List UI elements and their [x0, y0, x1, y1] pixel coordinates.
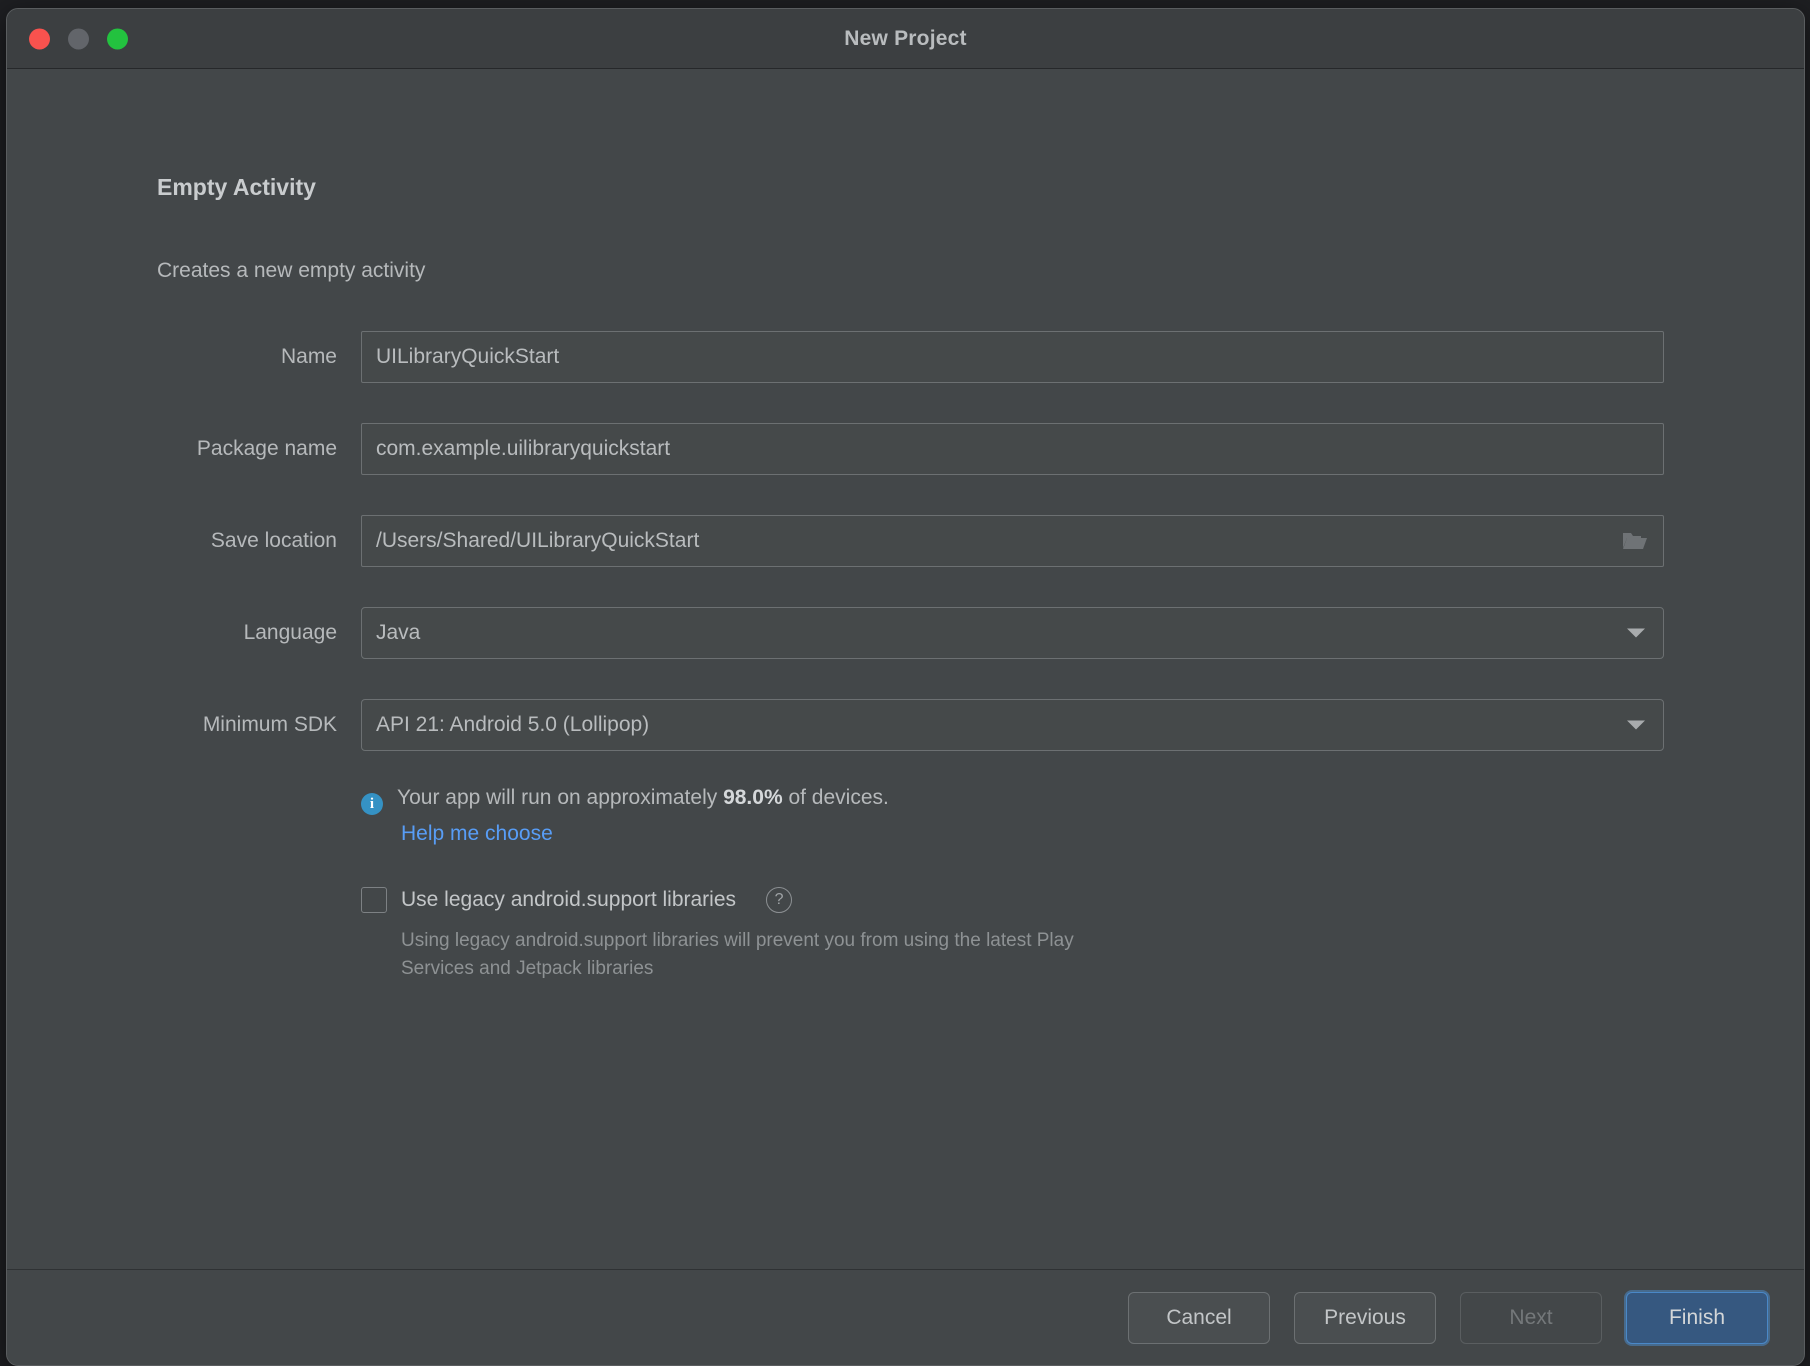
device-coverage-text: Your app will run on approximately 98.0%… — [397, 787, 889, 808]
name-field-wrap — [361, 331, 1664, 383]
minimum-sdk-field-wrap: API 21: Android 5.0 (Lollipop) — [361, 699, 1664, 751]
legacy-libraries-row: Use legacy android.support libraries ? — [361, 887, 1101, 913]
question-mark-icon[interactable]: ? — [766, 887, 793, 913]
window-titlebar: New Project — [7, 9, 1804, 69]
save-location-input[interactable] — [361, 515, 1664, 567]
save-location-label: Save location — [210, 529, 337, 552]
package-name-label: Package name — [196, 437, 337, 460]
legacy-libraries-description: Using legacy android.support libraries w… — [401, 930, 1074, 979]
name-input[interactable] — [361, 331, 1664, 383]
language-field-wrap: Java — [361, 607, 1664, 659]
close-button[interactable] — [29, 28, 50, 49]
legacy-libraries-block: Use legacy android.support libraries ? U… — [361, 887, 1101, 982]
language-select[interactable]: Java — [361, 607, 1664, 659]
info-icon: i — [361, 793, 383, 815]
dialog-footer: Cancel Previous Next Finish — [7, 1269, 1804, 1365]
form-row-minimum-sdk: Minimum SDK API 21: Android 5.0 (Lollipo… — [7, 699, 1804, 791]
zoom-button[interactable] — [107, 28, 128, 49]
language-selected-value: Java — [376, 621, 421, 644]
finish-button[interactable]: Finish — [1626, 1291, 1768, 1344]
chevron-down-icon — [1627, 720, 1645, 730]
window-title: New Project — [844, 26, 967, 50]
form-row-language: Language Java — [7, 607, 1804, 699]
traffic-light-group — [29, 28, 128, 49]
use-legacy-support-libraries-checkbox[interactable] — [361, 887, 387, 913]
help-me-choose-link[interactable]: Help me choose — [401, 822, 553, 846]
previous-button[interactable]: Previous — [1294, 1291, 1436, 1344]
new-project-dialog: New Project Empty Activity Creates a new… — [6, 8, 1805, 1366]
chevron-down-icon — [1627, 628, 1645, 638]
language-label: Language — [243, 621, 337, 644]
page-subtitle: Creates a new empty activity — [157, 259, 426, 282]
cancel-button[interactable]: Cancel — [1128, 1291, 1270, 1344]
minimum-sdk-select[interactable]: API 21: Android 5.0 (Lollipop) — [361, 699, 1664, 751]
save-location-field-wrap — [361, 515, 1664, 567]
info-text-before: Your app will run on approximately — [397, 786, 724, 809]
minimize-button[interactable] — [68, 28, 89, 49]
browse-folder-button[interactable] — [1607, 516, 1663, 566]
minimum-sdk-selected-value: API 21: Android 5.0 (Lollipop) — [376, 713, 650, 736]
folder-icon — [1623, 533, 1647, 549]
minimum-sdk-label: Minimum SDK — [202, 713, 337, 736]
package-name-input[interactable] — [361, 423, 1664, 475]
use-legacy-support-libraries-label: Use legacy android.support libraries — [401, 888, 737, 911]
form-row-save-location: Save location — [7, 515, 1804, 607]
next-button: Next — [1460, 1291, 1602, 1344]
device-coverage-info: i Your app will run on approximately 98.… — [361, 787, 889, 815]
info-percent: 98.0% — [723, 786, 783, 809]
page-title: Empty Activity — [157, 174, 316, 200]
form-row-package-name: Package name — [7, 423, 1804, 515]
name-label: Name — [280, 345, 337, 368]
dialog-body: Empty Activity Creates a new empty activ… — [7, 69, 1804, 1269]
package-name-field-wrap — [361, 423, 1664, 475]
form-row-name: Name — [7, 331, 1804, 423]
info-text-after: of devices. — [782, 786, 889, 809]
project-form: Name Package name Save location — [7, 331, 1804, 791]
